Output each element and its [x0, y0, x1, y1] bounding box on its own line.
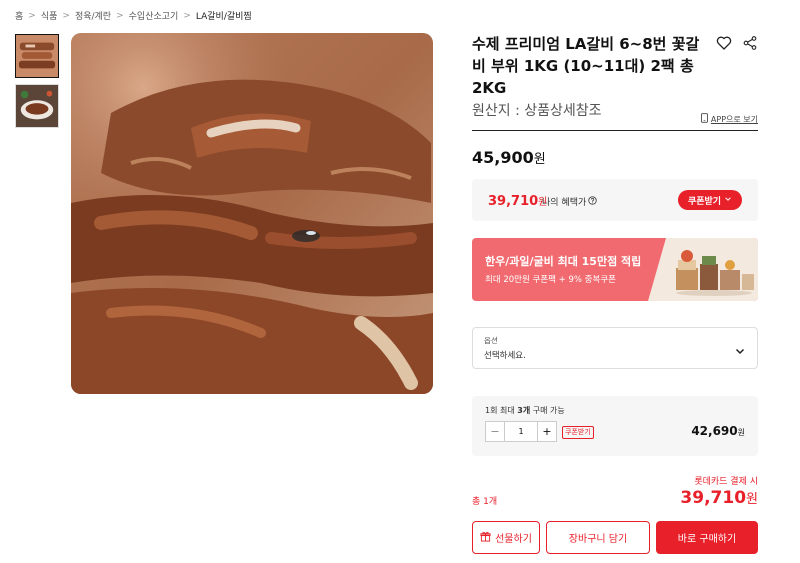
add-to-cart-button[interactable]: 장바구니 담기 [546, 521, 650, 554]
gift-button[interactable]: 선물하기 [472, 521, 540, 554]
option-label: 옵션 [484, 336, 498, 345]
thumbnail-1[interactable] [15, 34, 59, 78]
product-info-panel: 수제 프리미엄 LA갈비 6~8번 꽃갈비 부위 1KG (10~11대) 2팩… [472, 33, 758, 554]
price-value: 45,900 [472, 148, 534, 167]
breadcrumb-separator: > [183, 10, 191, 21]
thumbnail-list [15, 34, 59, 134]
price-unit: 원 [533, 152, 546, 167]
app-view-label: APP으로 보기 [710, 114, 758, 124]
product-title: 수제 프리미엄 LA갈비 6~8번 꽃갈비 부위 1KG (10~11대) 2팩… [472, 35, 700, 97]
total-price-value: 39,710 [680, 488, 747, 508]
benefit-price-value: 39,710 [488, 194, 539, 209]
breadcrumb-imported-beef[interactable]: 수입산소고기 [129, 9, 179, 22]
limit-count: 3개 [517, 406, 531, 415]
product-thumbnail-image [16, 35, 58, 77]
option-select[interactable]: 옵션 선택하세요. [472, 327, 758, 369]
total-count: 총 1개 [472, 497, 498, 507]
card-discount-note: 롯데카드 결제 시 [694, 477, 758, 487]
banner-subtitle: 최대 20만원 쿠폰팩 + 9% 중복쿠폰 [485, 275, 616, 285]
quantity-box: 1회 최대 3개 구매 가능 − 1 + 쿠폰받기 42,690원 [472, 396, 758, 456]
thumbnail-2[interactable] [15, 84, 59, 128]
heart-icon[interactable] [716, 35, 732, 51]
breadcrumb-separator: > [28, 10, 36, 21]
breadcrumb-food[interactable]: 식품 [41, 9, 58, 22]
breadcrumb-la-galbi[interactable]: LA갈비/갈비찜 [196, 9, 252, 22]
chevron-down-icon [724, 195, 732, 206]
product-price: 45,900원 [472, 148, 546, 167]
benefit-price-box: 39,710원 나의 혜택가 쿠폰받기 [472, 179, 758, 221]
main-product-image [71, 33, 433, 394]
cart-button-label: 장바구니 담기 [568, 534, 628, 545]
buy-button-label: 바로 구매하기 [677, 534, 737, 545]
gift-button-label: 선물하기 [495, 534, 532, 545]
galbi-photo [71, 33, 433, 394]
minus-button[interactable]: − [486, 422, 504, 441]
plus-button[interactable]: + [538, 422, 556, 441]
breadcrumb-separator: > [116, 10, 124, 21]
option-price-unit: 원 [737, 428, 745, 437]
info-icon[interactable] [588, 195, 597, 208]
gift-set-image [648, 238, 758, 301]
breadcrumb-separator: > [62, 10, 70, 21]
breadcrumb: 홈 > 식품 > 정육/계란 > 수입산소고기 > LA갈비/갈비찜 [15, 9, 252, 23]
coupon-tag[interactable]: 쿠폰받기 [562, 426, 594, 439]
quantity-value[interactable]: 1 [504, 422, 538, 441]
chevron-down-icon [734, 342, 746, 355]
option-price: 42,690원 [691, 424, 745, 438]
limit-suffix: 구매 가능 [530, 406, 565, 415]
dish-thumbnail-image [16, 85, 58, 127]
promo-banner[interactable]: 한우/과일/굴비 최대 15만점 적립 최대 20만원 쿠폰팩 + 9% 중복쿠… [472, 238, 758, 301]
coupon-button-label: 쿠폰받기 [687, 196, 722, 207]
purchase-actions: 선물하기 장바구니 담기 바로 구매하기 [472, 521, 758, 554]
total-price-unit: 원 [746, 492, 758, 507]
share-icon[interactable] [742, 35, 758, 51]
gift-icon [480, 531, 491, 545]
benefit-price: 39,710원 [488, 193, 547, 209]
title-divider [472, 130, 758, 131]
purchase-limit: 1회 최대 3개 구매 가능 [485, 405, 565, 416]
benefit-label-text: 나의 혜택가 [542, 198, 587, 208]
coupon-download-button[interactable]: 쿠폰받기 [678, 190, 742, 210]
option-placeholder: 선택하세요. [484, 351, 526, 361]
buy-now-button[interactable]: 바로 구매하기 [656, 521, 758, 554]
app-view-link[interactable]: APP으로 보기 [700, 113, 758, 125]
title-actions [716, 35, 758, 51]
quantity-stepper: − 1 + [485, 421, 557, 442]
breadcrumb-home[interactable]: 홈 [15, 9, 23, 22]
mobile-icon [700, 113, 708, 125]
benefit-label: 나의 혜택가 [542, 195, 597, 208]
option-price-value: 42,690 [691, 424, 738, 438]
banner-title: 한우/과일/굴비 최대 15만점 적립 [485, 255, 642, 268]
limit-prefix: 1회 최대 [485, 406, 518, 415]
breadcrumb-meat[interactable]: 정육/계란 [75, 9, 111, 22]
total-price: 39,710원 [680, 488, 758, 508]
